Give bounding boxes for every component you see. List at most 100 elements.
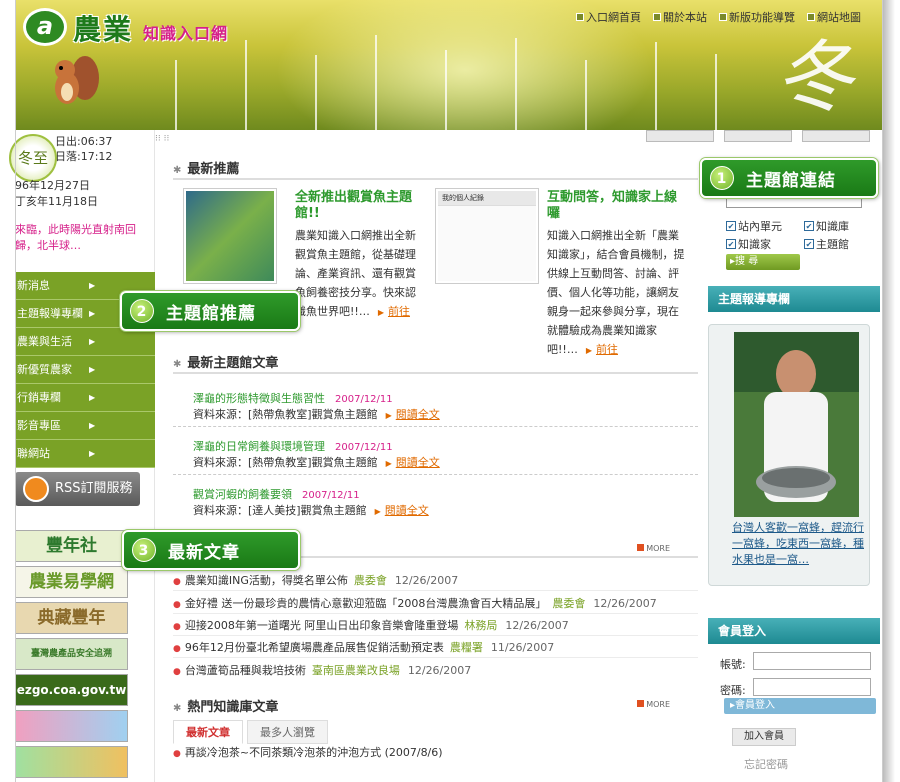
feature1-body: 農業知識入口網推出全新觀賞魚主題館，從基礎理論、產業資訊、還有觀賞魚飼養密技分享… [295,229,416,318]
banner-colorful[interactable] [15,710,128,742]
main-content: ✱ 最新推薦 全新推出觀賞魚主題館!! 農業知識入口網推出全新觀賞魚主題館，從基礎… [163,130,698,782]
page-shadow [883,0,895,782]
read-more-link[interactable]: 閱讀全文 [385,504,429,517]
popular-item[interactable]: ● 再談冷泡茶~不同茶類冷泡茶的沖泡方式 (2007/8/6) [173,744,443,760]
feature1-go-link[interactable]: 前往 [388,305,410,318]
callout-theme-links: 1 主題館連結 [700,158,878,198]
more-icon [637,700,645,707]
banner-archive[interactable]: 典藏豐年 [15,602,128,634]
arrow-right-icon: ▶ [585,346,592,355]
article-title[interactable]: 澤龜的形態特徵與生態習性 2007/12/11 [193,390,393,406]
right-sidebar: ✔ 站內單元 ✔ 知識庫 ✔ 知識家 ✔ 主題館 ▸搜 尋 主題報導專欄 台灣人客歡一窩… [708,130,880,782]
logo-title[interactable]: 農業 [73,8,133,48]
sunrise-text: 日出:06:37 [55,135,113,148]
theme-tab[interactable] [646,130,714,142]
report-caption-link[interactable]: 台灣人客歡一窩蜂，趕流行一窩蜂，吃東西一窩蜂，種水果也是一窩… [732,520,866,568]
sun-times: 日出:06:37 日落:17:12 [55,134,112,164]
banner-harvest[interactable]: 豐年社 [15,530,128,562]
news-item[interactable]: ● 農業知識ING活動，得獎名單公佈 農委會 12/26/2007 [173,572,458,588]
divider [173,657,698,658]
read-more-link[interactable]: 閱讀全文 [396,456,440,469]
password-input[interactable] [753,678,871,696]
account-input[interactable] [753,652,871,670]
menu-marketing[interactable]: 行銷專欄 ▶ [15,384,155,412]
arrow-right-icon: ▶ [377,308,384,317]
banner-elearning[interactable]: 農業易學網 [15,566,128,598]
callout-theme-recommend: 2 主題館推薦 [120,291,300,331]
divider [173,590,698,591]
arrow-right-icon: ▶ [89,365,96,374]
tab-latest[interactable]: 最新文章 [173,720,243,744]
tab-most-viewed[interactable]: 最多人瀏覽 [247,720,328,744]
article-title[interactable]: 澤龜的日常飼養與環境管理 2007/12/11 [193,438,393,454]
arrow-right-icon: ▶ [89,337,96,346]
rss-subscribe-button[interactable]: RSS訂閱服務 [15,472,140,506]
menu-media[interactable]: 影音專區 ▶ [15,412,155,440]
check-icon: ✔ [726,239,736,249]
check-icon: ✔ [804,239,814,249]
join-button[interactable]: 加入會員 [732,728,796,746]
popular-section-title: ✱ 熱門知識庫文章 [173,700,279,715]
popular-more-link[interactable]: MORE [637,700,670,709]
date-info: 96年12月27日 丁亥年11月18日 [15,178,98,210]
more-icon [637,544,645,551]
divider [173,426,698,427]
feature2-title[interactable]: 互動問答，知識家上線囉 [547,190,687,222]
news-item[interactable]: ● 迎接2008年第一道曙光 阿里山日出印象音樂會隆重登場 林務局 12/26/200… [173,617,569,633]
site-header: a 農業 知識入口網 入口網首頁 關於本站 新版功能導覽 網站地圖 冬 [15,0,883,130]
left-sidebar: 冬至 日出:06:37 日落:17:12 96年12月27日 丁亥年11月18日… [9,130,155,782]
article-source: 資料來源：[熱帶魚教室]觀賞魚主題館 ▶ 閱讀全文 [193,408,440,421]
season-badge: 冬至 [9,134,57,182]
forgot-password-link[interactable]: 忘記密碼 [744,756,788,772]
report-photo[interactable] [734,332,859,517]
search-button[interactable]: ▸搜 尋 [726,254,800,270]
news-more-link[interactable]: MORE [637,544,670,553]
checkbox-theme-hall[interactable]: ✔ 主題館 [804,236,849,252]
divider [173,178,698,180]
menu-agri-life[interactable]: 農業與生活 ▶ [15,328,155,356]
logo-mark[interactable]: a [23,8,67,46]
articles-section-title: ✱ 最新主題館文章 [173,356,279,371]
season-glyph: 冬 [774,33,853,123]
account-label: 帳號: [720,658,746,671]
article-title[interactable]: 觀賞河蝦的飼養要領 2007/12/11 [193,486,360,502]
banner-rainbow[interactable] [15,746,128,778]
checkbox-knowledge-base[interactable]: ✔ 知識庫 [804,218,849,234]
arrow-right-icon: ▶ [89,309,96,318]
arrow-right-icon: ▶ [89,393,96,402]
menu-quality-farmers[interactable]: 新優質農家 ▶ [15,356,155,384]
divider [173,372,698,374]
rss-icon [23,476,49,502]
checkbox-knowledge-expert[interactable]: ✔ 知識家 [726,236,771,252]
read-more-link[interactable]: 閱讀全文 [396,408,440,421]
feature1-title[interactable]: 全新推出觀賞魚主題館!! [295,190,415,222]
nav-about[interactable]: 關於本站 [653,9,707,25]
squirrel-mascot-icon [55,56,99,104]
report-section-header: 主題報導專欄 [708,286,880,312]
article-source: 資料來源：[熱帶魚教室]觀賞魚主題館 ▶ 閱讀全文 [193,456,440,469]
feature1-thumbnail[interactable] [183,188,277,284]
news-item[interactable]: ● 96年12月份臺北希望廣場農產品展售促銷活動預定表 農糧署 11/26/2007 [173,639,554,655]
check-icon: ✔ [804,221,814,231]
news-item[interactable]: ● 台灣蘆筍品種與栽培技術 臺南區農業改良場 12/26/2007 [173,662,471,678]
callout-latest-articles: 3 最新文章 [122,530,300,570]
news-item[interactable]: ● 金好禮 送一份最珍貴的農情心意歡迎蒞臨「2008台灣農漁會百大精品展」 農委會 1… [173,595,657,611]
logo-subtitle[interactable]: 知識入口網 [143,20,228,44]
season-notice-link[interactable]: 來臨，此時陽光直射南回歸，北半球… [15,222,155,254]
feature2-go-link[interactable]: 前往 [596,343,618,356]
arrow-right-icon: ▶ [89,281,96,290]
nav-home[interactable]: 入口網首頁 [576,9,641,25]
article-source: 資料來源：[達人美技]觀賞魚主題館 ▶ 閱讀全文 [193,504,429,517]
arrow-right-icon: ▶ [374,507,381,516]
menu-links[interactable]: 聯網站 ▶ [15,440,155,468]
recommend-section-title: ✱ 最新推薦 [173,162,240,177]
banner-ezgo[interactable]: ezgo.coa.gov.tw [15,674,128,706]
sunset-text: 日落:17:12 [55,150,113,163]
login-button[interactable]: ▸會員登入 [724,698,876,714]
check-icon: ✔ [726,221,736,231]
date-lunar: 丁亥年11月18日 [15,195,98,208]
banner-traceability[interactable]: 臺灣農產品安全追溯 [15,638,128,670]
password-label: 密碼: [720,684,746,697]
checkbox-site-units[interactable]: ✔ 站內單元 [726,218,782,234]
divider [173,474,698,475]
